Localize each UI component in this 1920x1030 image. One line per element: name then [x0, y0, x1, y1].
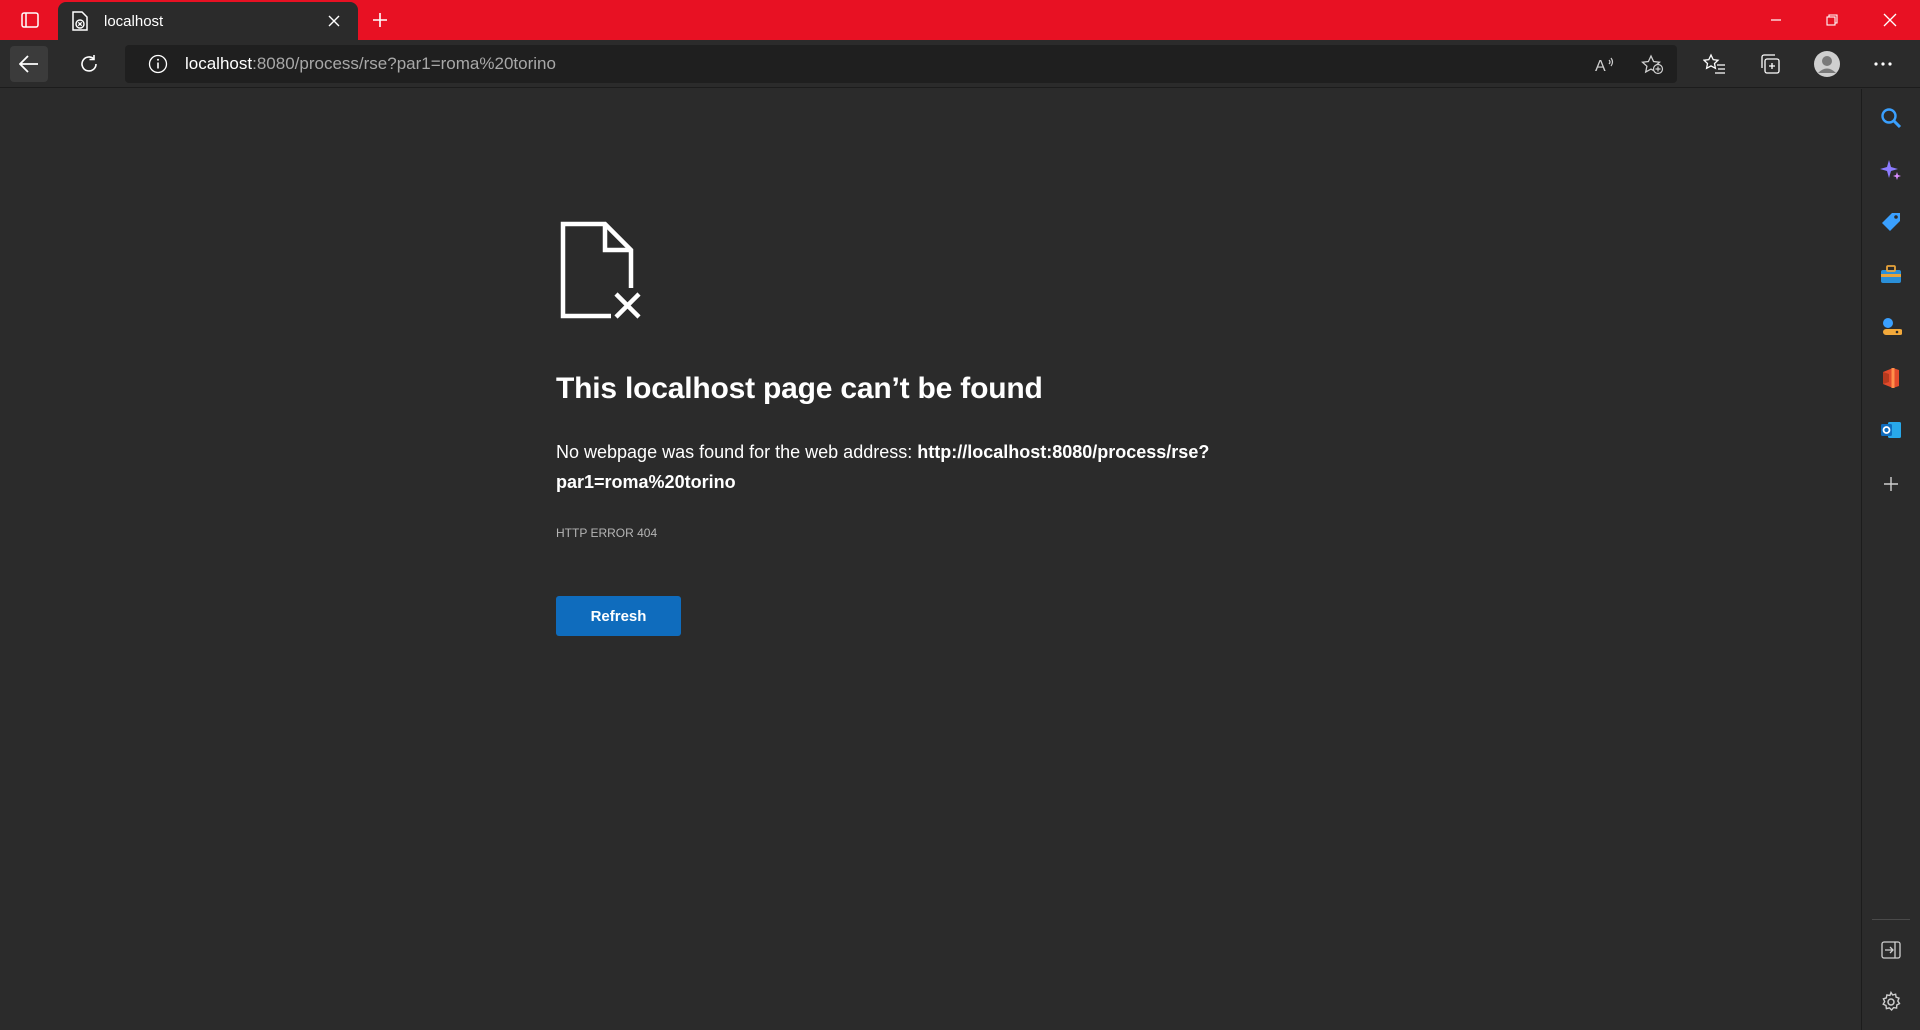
- tools-icon[interactable]: [1876, 259, 1906, 289]
- ellipsis-icon: [1874, 62, 1892, 66]
- add-icon[interactable]: [1876, 469, 1906, 499]
- title-bar: localhost: [0, 0, 1920, 40]
- tab-localhost[interactable]: localhost: [58, 2, 358, 40]
- office-icon[interactable]: [1876, 363, 1906, 393]
- restore-icon: [1826, 14, 1838, 26]
- search-icon[interactable]: [1876, 103, 1906, 133]
- minimize-icon: [1771, 19, 1781, 21]
- address-bar[interactable]: localhost:8080/process/rse?par1=roma%20t…: [125, 45, 1677, 83]
- avatar-icon: [1814, 51, 1840, 77]
- outlook-icon[interactable]: [1876, 415, 1906, 445]
- arrow-left-icon: [19, 55, 38, 73]
- tab-actions-button[interactable]: [10, 8, 50, 32]
- error-code: HTTP ERROR 404: [556, 526, 658, 540]
- address-host: localhost: [185, 54, 253, 73]
- more-options-button[interactable]: [1864, 46, 1902, 82]
- refresh-icon: [81, 55, 97, 72]
- broken-document-icon: [560, 221, 645, 320]
- tab-title: localhost: [104, 12, 164, 30]
- refresh-page-button[interactable]: [70, 46, 108, 82]
- add-favorite-icon[interactable]: [1641, 53, 1665, 77]
- new-tab-button[interactable]: [366, 6, 394, 34]
- tab-actions-icon: [21, 12, 39, 28]
- shopping-icon[interactable]: [1876, 207, 1906, 237]
- tab-close-icon[interactable]: [322, 9, 346, 33]
- info-icon[interactable]: [147, 53, 169, 75]
- svg-text:A: A: [1595, 58, 1606, 75]
- collections-icon: [1761, 54, 1780, 74]
- profile-button[interactable]: [1808, 46, 1846, 82]
- refresh-button[interactable]: Refresh: [556, 596, 681, 636]
- error-description: No webpage was found for the web address…: [556, 437, 1216, 497]
- broken-page-icon: [70, 11, 90, 31]
- minimize-button[interactable]: [1748, 0, 1804, 40]
- settings-icon[interactable]: [1876, 987, 1906, 1017]
- close-icon: [1883, 13, 1897, 27]
- sidebar-divider: [1872, 919, 1910, 920]
- sidebar: [1861, 89, 1920, 1030]
- close-window-button[interactable]: [1862, 0, 1918, 40]
- toolbar: localhost:8080/process/rse?par1=roma%20t…: [0, 40, 1920, 88]
- read-aloud-icon[interactable]: A: [1593, 53, 1617, 77]
- favorites-button[interactable]: [1696, 46, 1734, 82]
- error-description-text: No webpage was found for the web address…: [556, 442, 918, 462]
- collections-button[interactable]: [1751, 46, 1789, 82]
- error-title: This localhost page can’t be found: [556, 372, 1043, 405]
- page-content: This localhost page can’t be found No we…: [0, 89, 1861, 1030]
- favorites-icon: [1703, 53, 1725, 74]
- address-path: :8080/process/rse?par1=roma%20torino: [252, 54, 556, 73]
- copilot-icon[interactable]: [1876, 155, 1906, 185]
- back-button[interactable]: [10, 46, 48, 82]
- restore-button[interactable]: [1804, 0, 1860, 40]
- games-icon[interactable]: [1876, 311, 1906, 341]
- hide-sidebar-icon[interactable]: [1876, 935, 1906, 965]
- plus-icon: [373, 13, 387, 27]
